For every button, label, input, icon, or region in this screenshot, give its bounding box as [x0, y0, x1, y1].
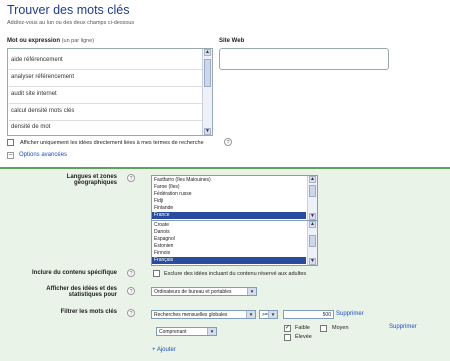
match-type-value: Comprenant: [159, 329, 187, 335]
device-select[interactable]: Ordinateurs de bureau et portables ▼: [151, 287, 257, 296]
keyword-line: aide référencement: [11, 57, 63, 63]
location-scrollbar[interactable]: ▲ ▼: [307, 176, 317, 220]
scroll-up-icon[interactable]: ▲: [309, 221, 316, 228]
advanced-options-panel: Langues et zones géographiques ? Fastfar…: [0, 169, 450, 361]
exclude-adult-checkbox[interactable]: [153, 270, 160, 277]
competition-high-checkbox[interactable]: [284, 334, 291, 341]
language-scrollbar[interactable]: ▲ ▼: [307, 221, 317, 265]
chevron-down-icon[interactable]: ▼: [268, 311, 277, 318]
operator-select[interactable]: >= ▼: [259, 310, 278, 319]
filter-number-input[interactable]: 500: [283, 310, 334, 319]
keywords-label-text: Mot ou expression: [7, 38, 61, 44]
list-item[interactable]: Estonien: [154, 243, 173, 250]
competition-medium-label: Moyen: [332, 325, 349, 331]
keyword-line: analyser référencement: [11, 74, 75, 80]
chevron-down-icon[interactable]: ▼: [246, 311, 255, 318]
list-item-selected[interactable]: France: [152, 212, 306, 219]
textarea-scrollbar[interactable]: ▲ ▼: [202, 49, 212, 135]
list-item[interactable]: Croate: [154, 222, 169, 229]
line-divider: [9, 86, 203, 87]
adult-content-label: Inclure du contenu spécifique: [31, 270, 117, 276]
keywords-label: Mot ou expression (un par ligne): [7, 38, 94, 44]
filter-keywords-label: Filtrer les mots clés: [60, 309, 117, 315]
keywords-hint: (un par ligne): [61, 38, 95, 44]
operator-value: >=: [262, 312, 268, 318]
only-ideas-checkbox[interactable]: [7, 139, 14, 146]
scroll-down-icon[interactable]: ▼: [309, 213, 316, 220]
languages-label: Langues et zones géographiques: [66, 174, 117, 186]
scroll-thumb[interactable]: [204, 59, 211, 87]
list-item[interactable]: Faroe (îles): [154, 184, 180, 191]
remove-filter-link[interactable]: Supprimer: [336, 311, 364, 317]
keywords-textarea[interactable]: aide référencement analyser référencemen…: [7, 48, 213, 136]
list-item[interactable]: Finlande: [154, 205, 173, 212]
remove-competition-link[interactable]: Supprimer: [389, 324, 417, 330]
list-item[interactable]: Fastfarro (îles Malouines): [154, 177, 211, 184]
filter-field-select[interactable]: Recherches mensuelles globales ▼: [151, 310, 256, 319]
language-listbox[interactable]: Croate Danois Espagnol Estonien Finnois …: [151, 220, 318, 266]
help-icon[interactable]: ?: [127, 269, 135, 277]
list-item[interactable]: Fédération russe: [154, 191, 192, 198]
help-icon[interactable]: ?: [127, 174, 135, 182]
chevron-down-icon[interactable]: ▼: [207, 328, 216, 335]
competition-low-checkbox[interactable]: ✓: [284, 325, 291, 332]
chevron-down-icon[interactable]: ▼: [247, 288, 256, 295]
competition-low-label: Faible: [295, 325, 310, 331]
line-divider: [9, 103, 203, 104]
device-select-value: Ordinateurs de bureau et portables: [154, 289, 232, 295]
keyword-line: calcul densité mots clés: [11, 108, 75, 114]
scroll-down-icon[interactable]: ▼: [309, 258, 316, 265]
list-item[interactable]: Finnois: [154, 250, 170, 257]
scroll-thumb[interactable]: [309, 185, 316, 197]
exclude-adult-label: Exclure des idées incluant du contenu ré…: [164, 271, 307, 277]
list-item[interactable]: Danois: [154, 229, 170, 236]
list-item[interactable]: Fidji: [154, 198, 163, 205]
help-icon[interactable]: ?: [224, 138, 232, 146]
line-divider: [9, 69, 203, 70]
only-ideas-label: Afficher uniquement les idées directemen…: [20, 140, 204, 146]
add-filter-link[interactable]: + Ajouter: [152, 347, 176, 353]
help-icon[interactable]: ?: [127, 309, 135, 317]
site-input[interactable]: [219, 48, 389, 70]
help-icon[interactable]: ?: [127, 287, 135, 295]
scroll-down-icon[interactable]: ▼: [204, 128, 211, 135]
advanced-options-link[interactable]: Options avancées: [19, 152, 67, 158]
scroll-thumb[interactable]: [309, 235, 316, 247]
scroll-up-icon[interactable]: ▲: [309, 176, 316, 183]
location-listbox[interactable]: Fastfarro (îles Malouines) Faroe (îles) …: [151, 175, 318, 221]
collapse-icon[interactable]: −: [7, 152, 14, 159]
keyword-line: audit site internet: [11, 91, 57, 97]
filter-field-value: Recherches mensuelles globales: [154, 312, 228, 318]
competition-medium-checkbox[interactable]: [320, 325, 327, 332]
top-section: Trouver des mots clés Add/ez-vous au lun…: [0, 0, 450, 169]
display-stats-label: Afficher des idées et des statistiques p…: [46, 286, 117, 298]
page-subtitle: Add/ez-vous au lun ou des deux champs ci…: [7, 20, 135, 26]
match-type-select[interactable]: Comprenant ▼: [156, 327, 217, 336]
list-item[interactable]: Espagnol: [154, 236, 175, 243]
list-item-selected[interactable]: Français: [152, 257, 306, 264]
keyword-line: densité de mot: [11, 124, 51, 130]
page-title: Trouver des mots clés: [7, 3, 130, 17]
scroll-up-icon[interactable]: ▲: [204, 49, 211, 56]
site-label: Site Web: [219, 38, 245, 44]
line-divider: [9, 120, 203, 121]
competition-high-label: Élevée: [295, 334, 312, 340]
